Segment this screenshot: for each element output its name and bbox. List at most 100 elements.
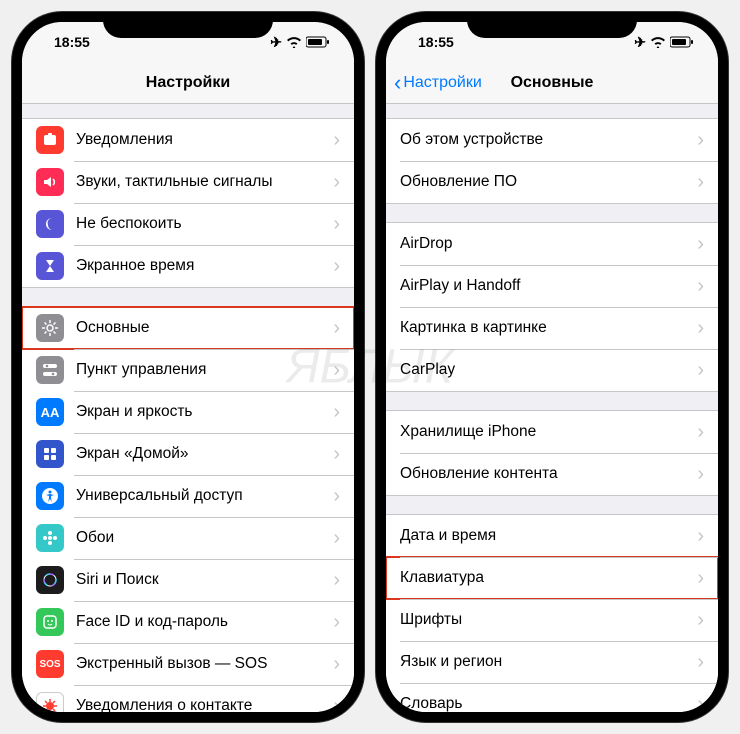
face-icon xyxy=(36,608,64,636)
status-time: 18:55 xyxy=(54,34,90,50)
chevron-right-icon: › xyxy=(333,214,340,234)
screen-right: 18:55 ✈ ‹ Настройки Основные Об этом уст… xyxy=(386,22,718,712)
chevron-right-icon: › xyxy=(697,610,704,630)
gear-icon xyxy=(36,314,64,342)
chevron-right-icon: › xyxy=(697,422,704,442)
list-item[interactable]: SOSЭкстренный вызов — SOS› xyxy=(22,643,354,685)
wifi-icon xyxy=(650,36,666,48)
row-label: Об этом устройстве xyxy=(400,131,697,149)
list-item[interactable]: Об этом устройстве› xyxy=(386,119,718,161)
list-item[interactable]: Основные› xyxy=(22,307,354,349)
flower-icon xyxy=(36,524,64,552)
page-title: Основные xyxy=(511,74,594,92)
list-item[interactable]: Экранное время› xyxy=(22,245,354,287)
row-label: Пункт управления xyxy=(76,361,333,379)
chevron-right-icon: › xyxy=(333,612,340,632)
hourglass-icon xyxy=(36,252,64,280)
list-item[interactable]: Язык и регион› xyxy=(386,641,718,683)
row-label: Экран и яркость xyxy=(76,403,333,421)
list-item[interactable]: Картинка в картинке› xyxy=(386,307,718,349)
row-label: Экранное время xyxy=(76,257,333,275)
list-item[interactable]: AirPlay и Handoff› xyxy=(386,265,718,307)
notif-icon xyxy=(36,126,64,154)
airplane-icon: ✈ xyxy=(634,34,646,51)
chevron-right-icon: › xyxy=(333,528,340,548)
settings-list[interactable]: Уведомления›Звуки, тактильные сигналы›Не… xyxy=(22,104,354,712)
row-label: Face ID и код-пароль xyxy=(76,613,333,631)
siri-icon xyxy=(36,566,64,594)
access-icon xyxy=(36,482,64,510)
row-label: Словарь xyxy=(400,695,697,712)
general-list[interactable]: Об этом устройстве›Обновление ПО›AirDrop… xyxy=(386,104,718,712)
chevron-right-icon: › xyxy=(333,360,340,380)
row-label: Язык и регион xyxy=(400,653,697,671)
chevron-right-icon: › xyxy=(697,318,704,338)
battery-icon xyxy=(670,36,694,48)
row-label: Обои xyxy=(76,529,333,547)
wifi-icon xyxy=(286,36,302,48)
sound-icon xyxy=(36,168,64,196)
chevron-right-icon: › xyxy=(333,696,340,712)
row-label: AirDrop xyxy=(400,235,697,253)
SOS-icon: SOS xyxy=(36,650,64,678)
phone-left: 18:55 ✈ Настройки Уведомления›Звуки, так… xyxy=(12,12,364,722)
list-item[interactable]: Обновление ПО› xyxy=(386,161,718,203)
chevron-right-icon: › xyxy=(697,694,704,712)
row-label: Дата и время xyxy=(400,527,697,545)
list-item[interactable]: Уведомления о контакте› xyxy=(22,685,354,712)
list-item[interactable]: Экран «Домой»› xyxy=(22,433,354,475)
list-item[interactable]: Шрифты› xyxy=(386,599,718,641)
list-item[interactable]: Хранилище iPhone› xyxy=(386,411,718,453)
row-label: Не беспокоить xyxy=(76,215,333,233)
row-label: Шрифты xyxy=(400,611,697,629)
row-label: Уведомления xyxy=(76,131,333,149)
back-button[interactable]: ‹ Настройки xyxy=(394,70,482,96)
chevron-right-icon: › xyxy=(333,654,340,674)
list-item[interactable]: Уведомления› xyxy=(22,119,354,161)
list-item[interactable]: Словарь› xyxy=(386,683,718,712)
list-item[interactable]: Звуки, тактильные сигналы› xyxy=(22,161,354,203)
nav-bar: Настройки xyxy=(22,62,354,104)
list-item[interactable]: Face ID и код-пароль› xyxy=(22,601,354,643)
list-item[interactable]: AAЭкран и яркость› xyxy=(22,391,354,433)
list-item[interactable]: AirDrop› xyxy=(386,223,718,265)
chevron-right-icon: › xyxy=(697,652,704,672)
switches-icon xyxy=(36,356,64,384)
list-item[interactable]: CarPlay› xyxy=(386,349,718,391)
row-label: Основные xyxy=(76,319,333,337)
status-icons: ✈ xyxy=(270,34,330,51)
list-item[interactable]: Обои› xyxy=(22,517,354,559)
row-label: Хранилище iPhone xyxy=(400,423,697,441)
chevron-right-icon: › xyxy=(333,486,340,506)
chevron-right-icon: › xyxy=(333,172,340,192)
back-label: Настройки xyxy=(403,74,481,92)
row-label: Siri и Поиск xyxy=(76,571,333,589)
chevron-right-icon: › xyxy=(333,444,340,464)
screen-left: 18:55 ✈ Настройки Уведомления›Звуки, так… xyxy=(22,22,354,712)
chevron-right-icon: › xyxy=(697,130,704,150)
chevron-right-icon: › xyxy=(697,276,704,296)
chevron-right-icon: › xyxy=(697,568,704,588)
row-label: Универсальный доступ xyxy=(76,487,333,505)
list-item[interactable]: Дата и время› xyxy=(386,515,718,557)
grid-icon xyxy=(36,440,64,468)
chevron-right-icon: › xyxy=(697,234,704,254)
row-label: Звуки, тактильные сигналы xyxy=(76,173,333,191)
list-item[interactable]: Пункт управления› xyxy=(22,349,354,391)
row-label: Обновление ПО xyxy=(400,173,697,191)
list-item[interactable]: Клавиатура› xyxy=(386,557,718,599)
list-item[interactable]: Универсальный доступ› xyxy=(22,475,354,517)
chevron-right-icon: › xyxy=(697,464,704,484)
chevron-right-icon: › xyxy=(697,526,704,546)
list-item[interactable]: Не беспокоить› xyxy=(22,203,354,245)
list-item[interactable]: Siri и Поиск› xyxy=(22,559,354,601)
list-item[interactable]: Обновление контента› xyxy=(386,453,718,495)
chevron-right-icon: › xyxy=(333,570,340,590)
status-icons: ✈ xyxy=(634,34,694,51)
status-time: 18:55 xyxy=(418,34,454,50)
chevron-right-icon: › xyxy=(333,318,340,338)
chevron-right-icon: › xyxy=(697,360,704,380)
chevron-left-icon: ‹ xyxy=(394,70,401,96)
battery-icon xyxy=(306,36,330,48)
row-label: AirPlay и Handoff xyxy=(400,277,697,295)
